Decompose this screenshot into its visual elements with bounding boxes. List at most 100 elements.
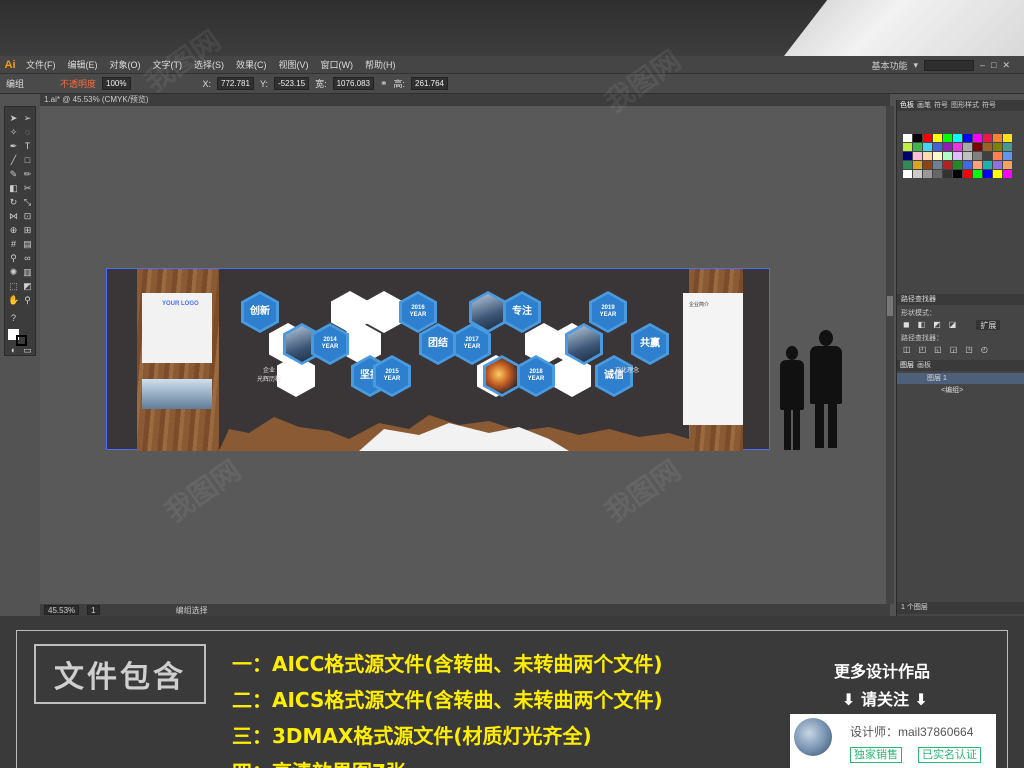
color-swatch[interactable] [963, 161, 972, 169]
search-field[interactable] [924, 59, 974, 71]
color-swatch[interactable] [993, 134, 1002, 142]
color-swatch[interactable] [933, 143, 942, 151]
menu-file[interactable]: 文件(F) [20, 58, 62, 71]
culture-wall-artwork[interactable]: YOUR LOGO 企业简介 创新 2016 YEAR 专注 2019 YEAR 2014 Y… [106, 268, 770, 451]
intersect-icon[interactable]: ◩ [933, 320, 941, 330]
pencil-tool-icon[interactable]: ✏ [22, 169, 33, 180]
color-swatch[interactable] [903, 152, 912, 160]
symbol-sprayer-tool-icon[interactable]: ✺ [8, 267, 19, 278]
rotate-tool-icon[interactable]: ↻ [8, 197, 19, 208]
rectangle-tool-icon[interactable]: □ [22, 155, 33, 166]
artboard-navigator[interactable]: 1 [87, 605, 100, 615]
graph-tool-icon[interactable]: ▥ [22, 267, 33, 278]
color-swatch[interactable] [973, 134, 982, 142]
color-swatch[interactable] [923, 143, 932, 151]
height-field[interactable]: 261.764 [411, 77, 448, 90]
color-swatch[interactable] [983, 152, 992, 160]
crop-icon[interactable]: ◲ [950, 345, 958, 355]
color-swatch[interactable] [933, 161, 942, 169]
exclude-icon[interactable]: ◪ [949, 320, 957, 330]
color-swatch[interactable] [1003, 170, 1012, 178]
minus-front-icon[interactable]: ◧ [918, 320, 926, 330]
color-swatch[interactable] [973, 152, 982, 160]
color-swatch[interactable] [903, 161, 912, 169]
tab-artboards[interactable]: 画板 [917, 360, 931, 371]
gradient-tool-icon[interactable]: ▤ [22, 239, 33, 250]
menu-window[interactable]: 窗口(W) [315, 58, 360, 71]
color-swatch[interactable] [903, 143, 912, 151]
link-icon[interactable]: ⚭ [380, 78, 388, 89]
color-swatch[interactable] [953, 170, 962, 178]
mesh-tool-icon[interactable]: # [8, 239, 19, 250]
type-tool-icon[interactable]: T [22, 141, 33, 152]
tab-symbols[interactable]: 符号 [934, 100, 948, 111]
color-swatch[interactable] [983, 143, 992, 151]
scissors-tool-icon[interactable]: ✂ [22, 183, 33, 194]
selection-tool-icon[interactable]: ➤ [8, 113, 19, 124]
zoom-tool-icon[interactable]: ⚲ [22, 295, 33, 306]
tab-symbols-2[interactable]: 符号 [982, 100, 996, 111]
maximize-icon[interactable]: □ [991, 60, 996, 70]
eraser-tool-icon[interactable]: ◧ [8, 183, 19, 194]
screen-mode-icon[interactable]: ▭ [22, 345, 33, 356]
color-swatch[interactable] [973, 143, 982, 151]
color-swatch[interactable] [913, 161, 922, 169]
line-tool-icon[interactable]: ╱ [8, 155, 19, 166]
workspace-switcher[interactable]: 基本功能 ▾ – □ ✕ [871, 56, 1010, 74]
pathfinder-header[interactable]: 路径查找器 [897, 294, 1024, 305]
width-field[interactable]: 1076.083 [332, 77, 374, 90]
color-swatch[interactable] [903, 134, 912, 142]
avatar[interactable] [794, 718, 832, 756]
opacity-label[interactable]: 不透明度 [60, 77, 96, 90]
color-swatch[interactable] [913, 170, 922, 178]
color-swatch[interactable] [1003, 161, 1012, 169]
close-icon[interactable]: ✕ [1002, 60, 1010, 71]
color-swatch[interactable] [953, 134, 962, 142]
color-swatch[interactable] [913, 134, 922, 142]
color-swatch[interactable] [933, 170, 942, 178]
brush-tool-icon[interactable]: ✎ [8, 169, 19, 180]
layer-row[interactable]: 图层 1 [897, 373, 1024, 384]
color-swatch[interactable] [953, 143, 962, 151]
color-swatch[interactable] [963, 152, 972, 160]
color-swatch[interactable] [993, 161, 1002, 169]
color-swatch[interactable] [943, 152, 952, 160]
tab-layers[interactable]: 图层 [900, 360, 914, 371]
color-swatch[interactable] [923, 152, 932, 160]
color-swatch[interactable] [993, 170, 1002, 178]
color-swatch[interactable] [923, 134, 932, 142]
color-swatch[interactable] [963, 170, 972, 178]
perspective-tool-icon[interactable]: ⊞ [22, 225, 33, 236]
menu-edit[interactable]: 编辑(E) [62, 58, 104, 71]
color-swatch[interactable] [1003, 143, 1012, 151]
blend-tool-icon[interactable]: ∞ [22, 253, 33, 264]
unite-icon[interactable]: ◼ [903, 320, 910, 330]
color-swatch[interactable] [993, 143, 1002, 151]
color-swatch[interactable] [943, 143, 952, 151]
magic-wand-tool-icon[interactable]: ✧ [8, 127, 19, 138]
trim-icon[interactable]: ◰ [919, 345, 927, 355]
help-icon[interactable]: ? [8, 313, 19, 324]
color-swatch[interactable] [973, 170, 982, 178]
menu-view[interactable]: 视图(V) [273, 58, 315, 71]
color-swatch[interactable] [983, 134, 992, 142]
x-field[interactable]: 772.781 [217, 77, 254, 90]
color-swatch[interactable] [953, 152, 962, 160]
scrollbar-thumb[interactable] [887, 296, 893, 316]
color-swatch[interactable] [963, 134, 972, 142]
color-swatch[interactable] [923, 161, 932, 169]
color-swatch[interactable] [933, 134, 942, 142]
drawing-mode-icon[interactable]: ◐ [8, 345, 19, 356]
color-swatch[interactable] [973, 161, 982, 169]
designer-card[interactable]: 设计师：mail37860664 独家销售 已实名认证 [790, 714, 996, 768]
tab-graphic-styles[interactable]: 图形样式 [951, 100, 979, 111]
menu-help[interactable]: 帮助(H) [359, 58, 402, 71]
color-swatch[interactable] [963, 143, 972, 151]
vertical-scrollbar[interactable] [886, 106, 894, 604]
slice-tool-icon[interactable]: ◩ [22, 281, 33, 292]
color-swatch[interactable] [943, 134, 952, 142]
tab-swatches[interactable]: 色板 [900, 100, 914, 111]
color-swatch[interactable] [1003, 134, 1012, 142]
expand-button[interactable]: 扩展 [976, 320, 1001, 330]
merge-icon[interactable]: ◱ [934, 345, 942, 355]
